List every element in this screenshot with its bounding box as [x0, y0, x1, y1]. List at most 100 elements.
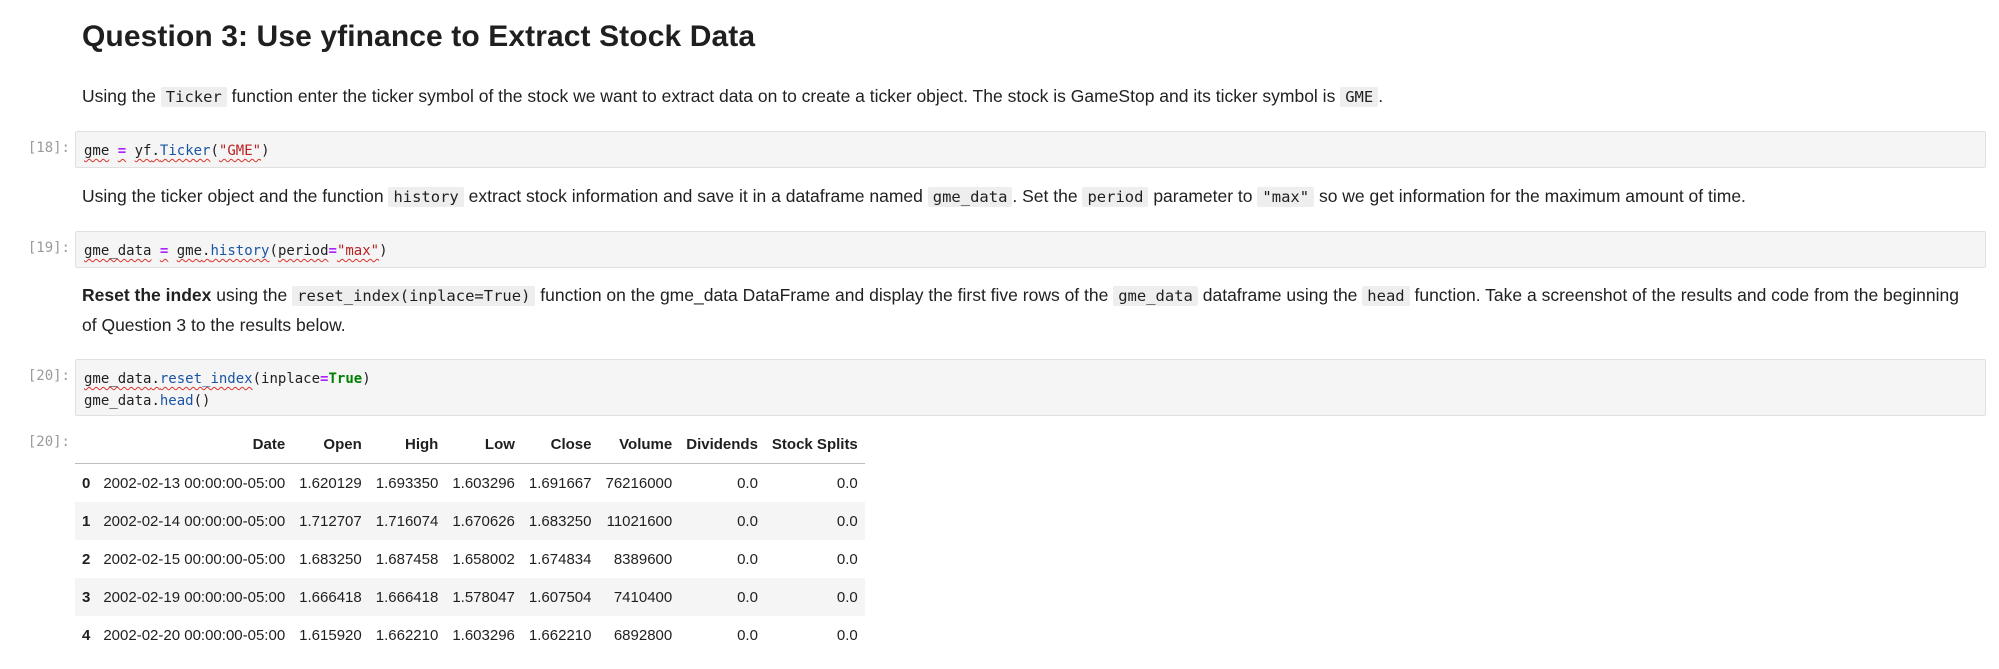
code-cell-18[interactable]: gme = yf.Ticker("GME")	[75, 131, 1986, 168]
code-cell-19[interactable]: gme_data = gme.history(period="max")	[75, 231, 1986, 268]
cell-volume: 76216000	[605, 474, 673, 492]
cell-open: 1.615920	[299, 626, 362, 644]
cell-volume: 8389600	[613, 550, 673, 568]
markdown-paragraph-ticker: Using the Ticker function enter the tick…	[82, 82, 1942, 112]
cell-low: 1.658002	[452, 550, 515, 568]
code-token: inplace	[261, 371, 321, 387]
code-token: "max"	[336, 243, 380, 259]
code-cell-20[interactable]: gme_data.reset_index(inplace=True) gme_d…	[75, 359, 1986, 416]
paragraph-text: so we get information for the maximum am…	[1314, 186, 1746, 206]
row-index: 4	[82, 626, 91, 644]
cell-dividends: 0.0	[737, 550, 758, 568]
row-index: 0	[82, 474, 91, 492]
cell-prompt-18: [18]:	[27, 140, 70, 156]
paragraph-text: . Set the	[1012, 186, 1083, 206]
code-token: )	[379, 243, 388, 259]
column-header-stock-splits: Stock Splits	[764, 426, 865, 464]
code-token: yf	[134, 143, 152, 159]
code-token: )	[362, 371, 371, 387]
code-token: ()	[193, 393, 211, 409]
code-token: gme_data	[84, 371, 152, 387]
cell-open: 1.666418	[299, 588, 362, 606]
inline-code-period: period	[1082, 187, 1149, 207]
cell-low: 1.603296	[452, 474, 515, 492]
cell-close: 1.683250	[528, 512, 592, 530]
inline-code-gme-data: gme_data	[1113, 286, 1198, 306]
cell-dividends: 0.0	[737, 474, 758, 492]
table-row: 2 2002-02-15 00:00:00-05:00 1.683250 1.6…	[75, 540, 865, 578]
cell-volume: 7410400	[613, 588, 673, 606]
cell-date: 2002-02-15 00:00:00-05:00	[103, 550, 286, 568]
paragraph-text: Using the	[82, 86, 161, 106]
paragraph-text: extract stock information and save it in…	[463, 186, 928, 206]
paragraph-text: using the	[211, 285, 293, 305]
cell-dividends: 0.0	[737, 512, 758, 530]
row-index: 1	[82, 512, 91, 530]
column-header-volume: Volume	[598, 426, 680, 464]
code-token: =	[328, 243, 337, 259]
dataframe-output-table: Date Open High Low Close Volume Dividend…	[75, 426, 865, 654]
cell-dividends: 0.0	[737, 626, 758, 644]
table-row: 0 2002-02-13 00:00:00-05:00 1.620129 1.6…	[75, 464, 865, 503]
code-token: gme_data	[84, 243, 152, 259]
cell-open: 1.620129	[299, 474, 362, 492]
row-index: 2	[82, 550, 91, 568]
code-token: .	[151, 371, 160, 387]
cell-high: 1.662210	[375, 626, 439, 644]
cell-close: 1.662210	[528, 626, 592, 644]
table-header-row: Date Open High Low Close Volume Dividend…	[75, 426, 865, 464]
cell-date: 2002-02-19 00:00:00-05:00	[103, 588, 286, 606]
cell-dividends: 0.0	[737, 588, 758, 606]
inline-code-head: head	[1362, 286, 1410, 306]
cell-high: 1.666418	[375, 588, 439, 606]
cell-volume: 11021600	[606, 512, 673, 530]
table-row: 3 2002-02-19 00:00:00-05:00 1.666418 1.6…	[75, 578, 865, 616]
code-token: reset_index	[159, 371, 253, 387]
code-token: "GME"	[218, 143, 262, 159]
cell-close: 1.607504	[528, 588, 592, 606]
inline-code-gme-data: gme_data	[927, 187, 1013, 207]
cell-prompt-20: [20]:	[27, 368, 70, 384]
code-token: (	[252, 371, 262, 387]
code-token: gme	[176, 243, 203, 259]
table-row: 1 2002-02-14 00:00:00-05:00 1.712707 1.7…	[75, 502, 865, 540]
cell-close: 1.674834	[528, 550, 592, 568]
cell-volume: 6892800	[613, 626, 673, 644]
column-header-date: Date	[96, 426, 293, 464]
cell-high: 1.716074	[375, 512, 439, 530]
inline-code-gme: GME	[1340, 87, 1379, 107]
cell-close: 1.691667	[528, 474, 592, 492]
column-header-index	[75, 426, 97, 464]
cell-low: 1.578047	[452, 588, 515, 606]
markdown-paragraph-reset-index: Reset the index using the reset_index(in…	[82, 281, 1962, 340]
column-header-close: Close	[521, 426, 599, 464]
cell-date: 2002-02-20 00:00:00-05:00	[103, 626, 286, 644]
code-token: )	[261, 143, 270, 159]
paragraph-bold-text: Reset the index	[82, 285, 212, 305]
code-token: =	[159, 243, 169, 259]
code-token: Ticker	[159, 143, 211, 159]
code-token: (	[269, 243, 278, 259]
column-header-high: High	[368, 426, 446, 464]
code-token: history	[210, 243, 270, 259]
output-prompt-20: [20]:	[27, 434, 70, 450]
cell-high: 1.693350	[375, 474, 439, 492]
cell-prompt-19: [19]:	[27, 240, 70, 256]
inline-code-ticker: Ticker	[160, 87, 227, 107]
code-token: gme_data	[84, 393, 152, 409]
inline-code-max: "max"	[1257, 187, 1315, 207]
code-token: .	[151, 143, 160, 159]
row-index: 3	[82, 588, 91, 606]
cell-date: 2002-02-13 00:00:00-05:00	[103, 474, 286, 492]
cell-date: 2002-02-14 00:00:00-05:00	[103, 512, 286, 530]
cell-low: 1.603296	[452, 626, 515, 644]
code-token: period	[277, 243, 329, 259]
inline-code-reset-index: reset_index(inplace=True)	[292, 286, 536, 306]
column-header-dividends: Dividends	[679, 426, 765, 464]
inline-code-history: history	[388, 187, 464, 207]
paragraph-text: function on the gme_data DataFrame and d…	[535, 285, 1114, 305]
markdown-paragraph-history: Using the ticker object and the function…	[82, 182, 1942, 212]
paragraph-text: parameter to	[1148, 186, 1258, 206]
cell-stock-splits: 0.0	[836, 588, 858, 606]
cell-stock-splits: 0.0	[836, 550, 858, 568]
